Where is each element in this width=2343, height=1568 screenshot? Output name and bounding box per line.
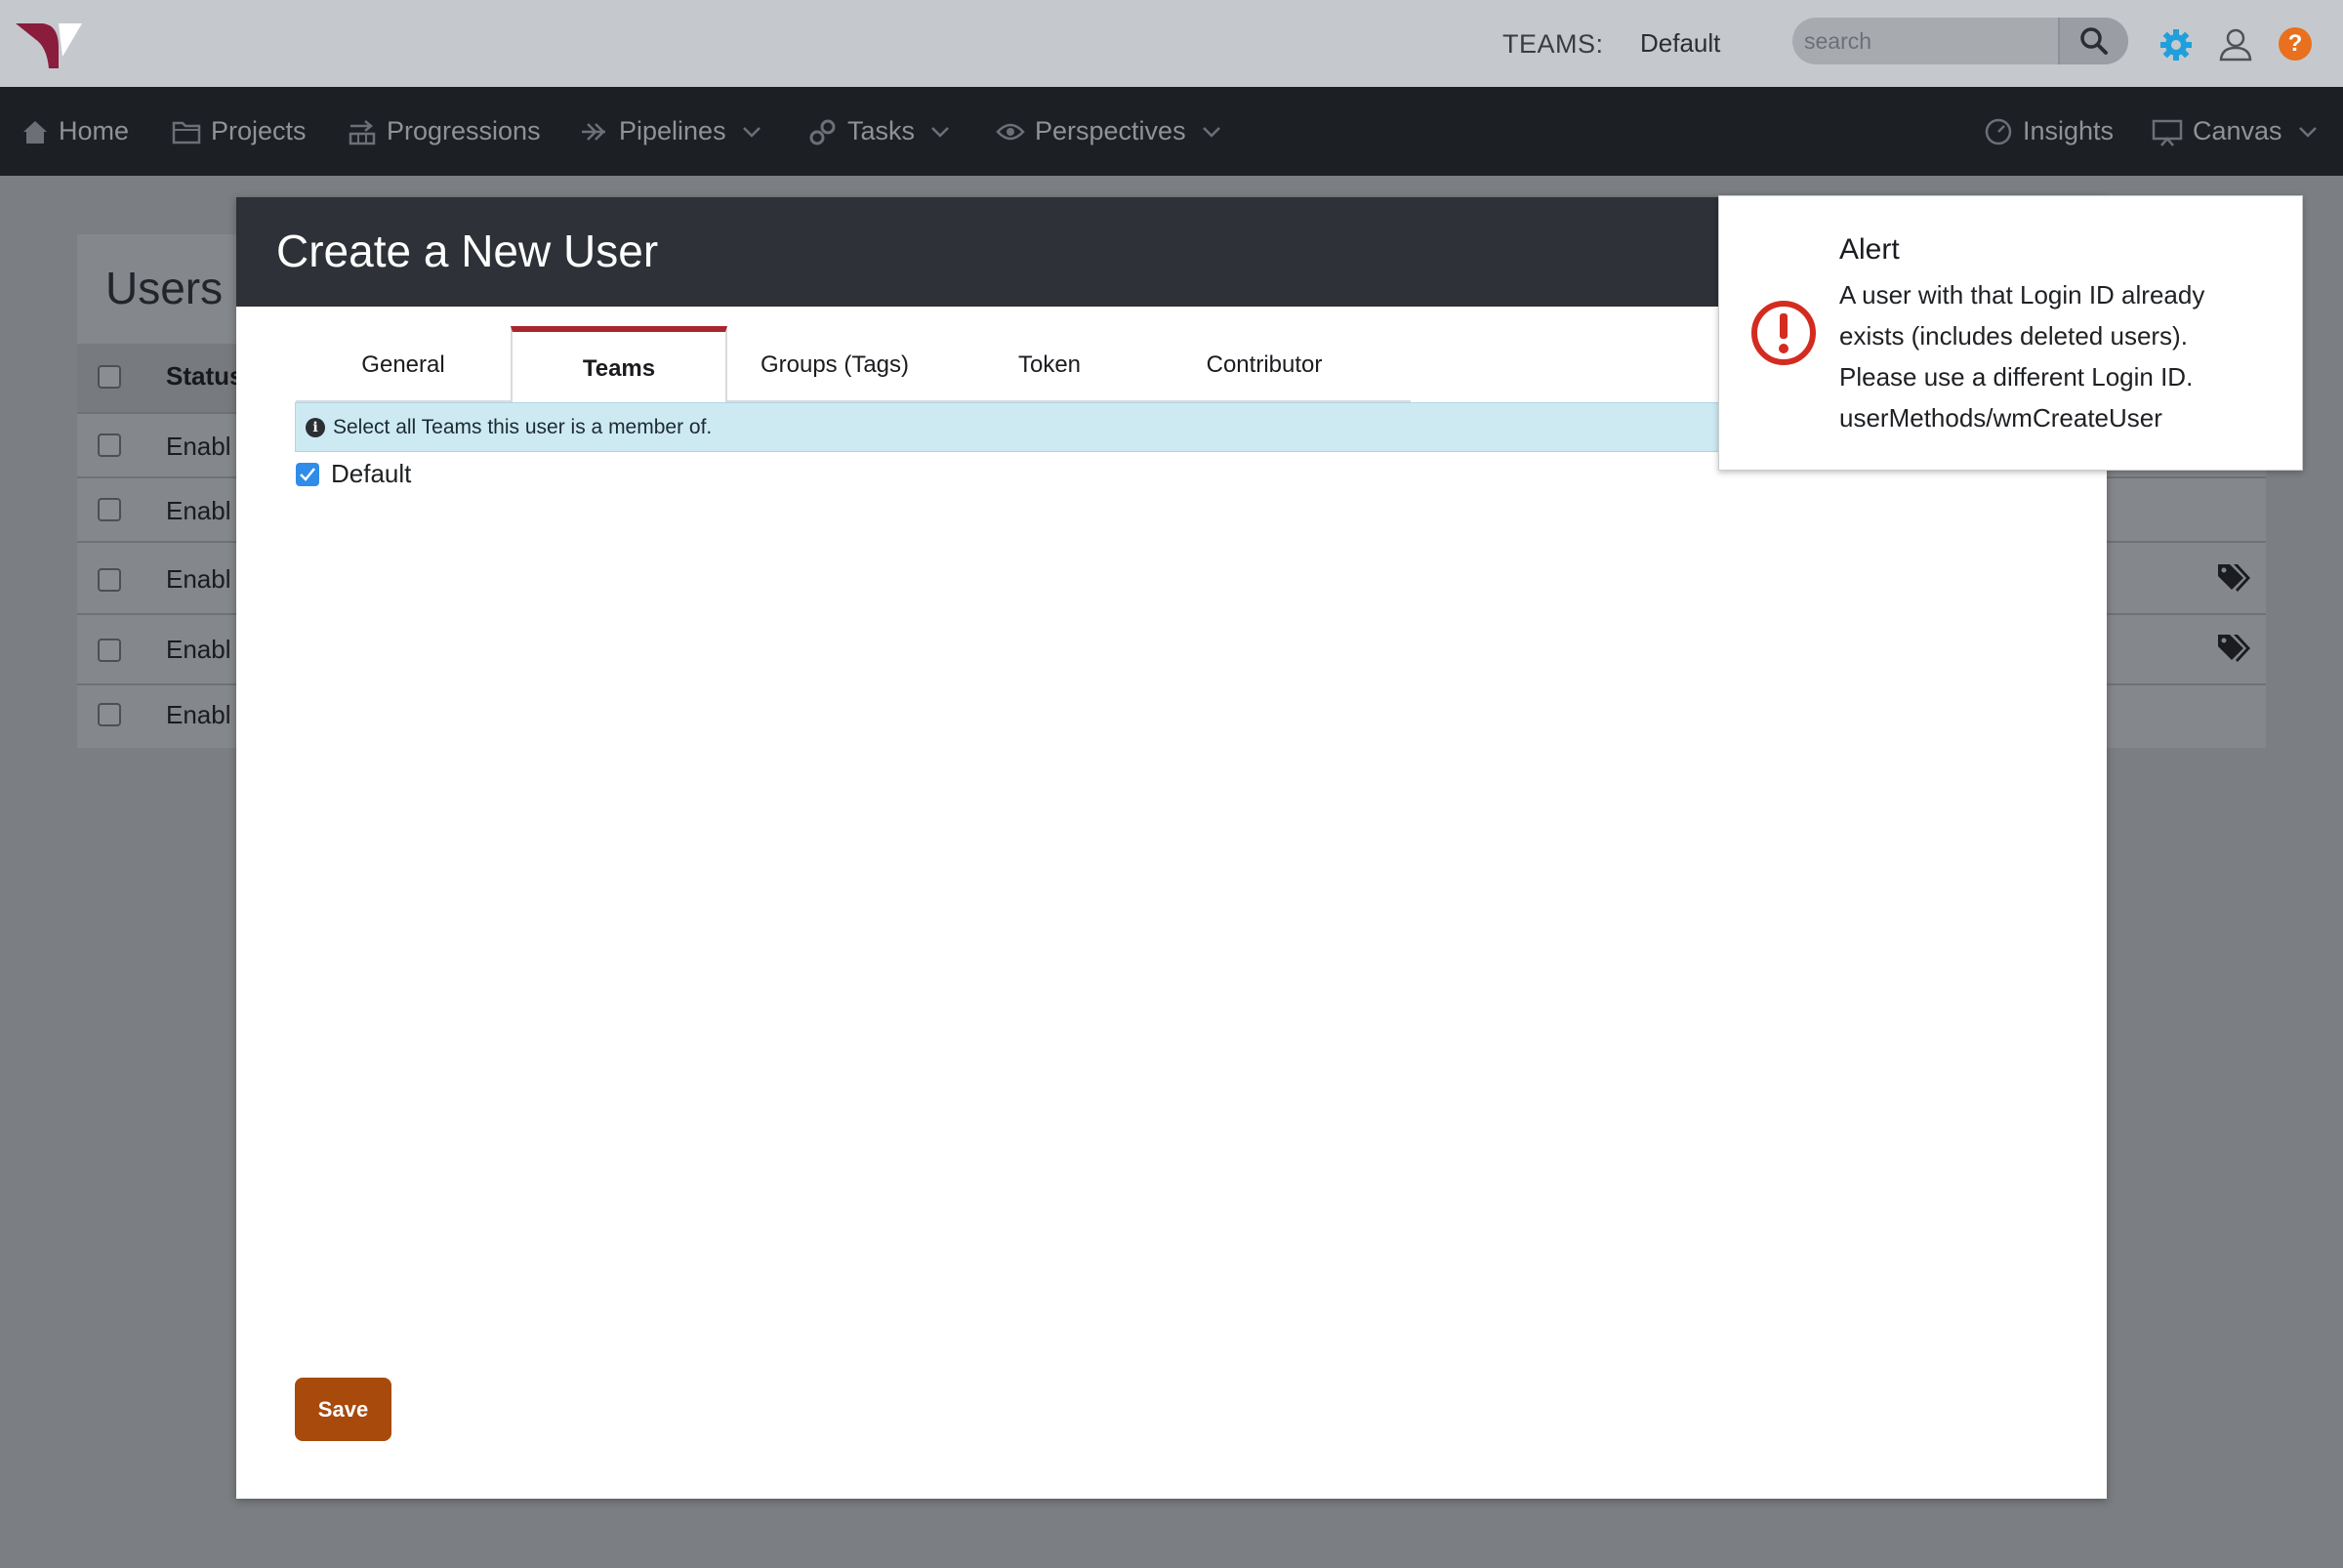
chevron-down-icon xyxy=(931,126,949,138)
row-checkbox[interactable] xyxy=(98,639,121,662)
nav-perspectives-label: Perspectives xyxy=(1035,116,1186,145)
search-input[interactable] xyxy=(1792,18,2056,64)
modal-tabs: General Teams Groups (Tags) Token Contri… xyxy=(296,326,1411,406)
nav-home-label: Home xyxy=(59,116,130,145)
page-title: Users xyxy=(105,263,224,313)
nav-insights-label: Insights xyxy=(2023,116,2115,145)
chevron-down-icon xyxy=(1202,126,1220,138)
team-default-checkbox[interactable] xyxy=(296,463,319,486)
help-icon[interactable]: ? xyxy=(2279,27,2312,61)
tab-token[interactable]: Token xyxy=(942,326,1157,403)
teams-selector[interactable]: Default xyxy=(1640,28,1720,59)
team-default-label[interactable]: Default xyxy=(331,459,411,489)
row-checkbox[interactable] xyxy=(98,498,121,521)
progressions-icon xyxy=(349,119,376,144)
gears-icon xyxy=(809,119,836,144)
main-nav: Home Projects Progressions Pipelines Tas… xyxy=(0,87,2343,176)
nav-progressions-label: Progressions xyxy=(387,116,541,145)
home-icon xyxy=(23,120,47,144)
checkmark-icon xyxy=(300,468,315,481)
search-icon xyxy=(2080,27,2108,55)
info-text: Select all Teams this user is a member o… xyxy=(333,415,713,438)
row-status: Enabl xyxy=(166,700,231,729)
nav-tasks[interactable]: Tasks xyxy=(808,87,950,176)
alert-message-line: userMethods/wmCreateUser xyxy=(1839,403,2162,433)
alert-message-line: A user with that Login ID already xyxy=(1839,280,2205,309)
eye-icon xyxy=(996,123,1025,140)
alert-message-line: exists (includes deleted users). xyxy=(1839,321,2188,351)
exclamation-circle-icon xyxy=(1750,300,1817,366)
nav-pipelines[interactable]: Pipelines xyxy=(580,87,761,176)
nav-canvas-label: Canvas xyxy=(2193,116,2282,145)
modal-title: Create a New User xyxy=(276,226,659,276)
nav-insights[interactable]: Insights xyxy=(1984,87,2114,176)
row-checkbox[interactable] xyxy=(98,703,121,726)
tags-icon[interactable] xyxy=(2216,562,2251,594)
row-status: Enabl xyxy=(166,432,231,461)
info-icon: i xyxy=(306,417,325,437)
user-profile-icon[interactable] xyxy=(2218,26,2253,62)
tab-general[interactable]: General xyxy=(296,326,511,403)
row-checkbox[interactable] xyxy=(98,433,121,457)
search-box xyxy=(1792,18,2128,64)
settings-gear-icon[interactable] xyxy=(2159,28,2193,62)
nav-perspectives[interactable]: Perspectives xyxy=(996,87,1221,176)
nav-home[interactable]: Home xyxy=(21,87,129,176)
gauge-icon xyxy=(1985,118,2012,144)
folder-icon xyxy=(172,121,201,144)
chevron-down-icon xyxy=(742,126,760,138)
alert-title: Alert xyxy=(1839,233,1900,266)
row-status: Enabl xyxy=(166,635,231,664)
top-bar: TEAMS: Default search ? xyxy=(0,0,2343,87)
row-checkbox[interactable] xyxy=(98,568,121,592)
tags-icon[interactable] xyxy=(2216,633,2251,664)
tab-contributor[interactable]: Contributor xyxy=(1157,326,1372,403)
alert-toast: Alert A user with that Login ID already … xyxy=(1718,195,2303,471)
nav-projects-label: Projects xyxy=(211,116,307,145)
tab-groups-tags[interactable]: Groups (Tags) xyxy=(727,326,942,403)
status-column-header: Status xyxy=(166,361,244,391)
nav-pipelines-label: Pipelines xyxy=(619,116,726,145)
app-logo[interactable] xyxy=(14,18,84,72)
chevron-down-icon xyxy=(2298,126,2317,138)
save-button[interactable]: Save xyxy=(295,1378,391,1441)
nav-tasks-label: Tasks xyxy=(847,116,916,145)
select-all-checkbox[interactable] xyxy=(98,365,121,389)
nav-canvas[interactable]: Canvas xyxy=(2152,87,2318,176)
nav-projects[interactable]: Projects xyxy=(172,87,307,176)
nav-progressions[interactable]: Progressions xyxy=(348,87,541,176)
alert-message-line: Please use a different Login ID. xyxy=(1839,362,2194,392)
row-status: Enabl xyxy=(166,564,231,594)
canvas-icon xyxy=(2152,119,2183,146)
teams-label: TEAMS: xyxy=(1502,29,1604,59)
tab-teams[interactable]: Teams xyxy=(511,326,727,406)
search-button[interactable] xyxy=(2058,18,2128,64)
arrows-icon xyxy=(582,122,605,141)
row-status: Enabl xyxy=(166,496,231,525)
